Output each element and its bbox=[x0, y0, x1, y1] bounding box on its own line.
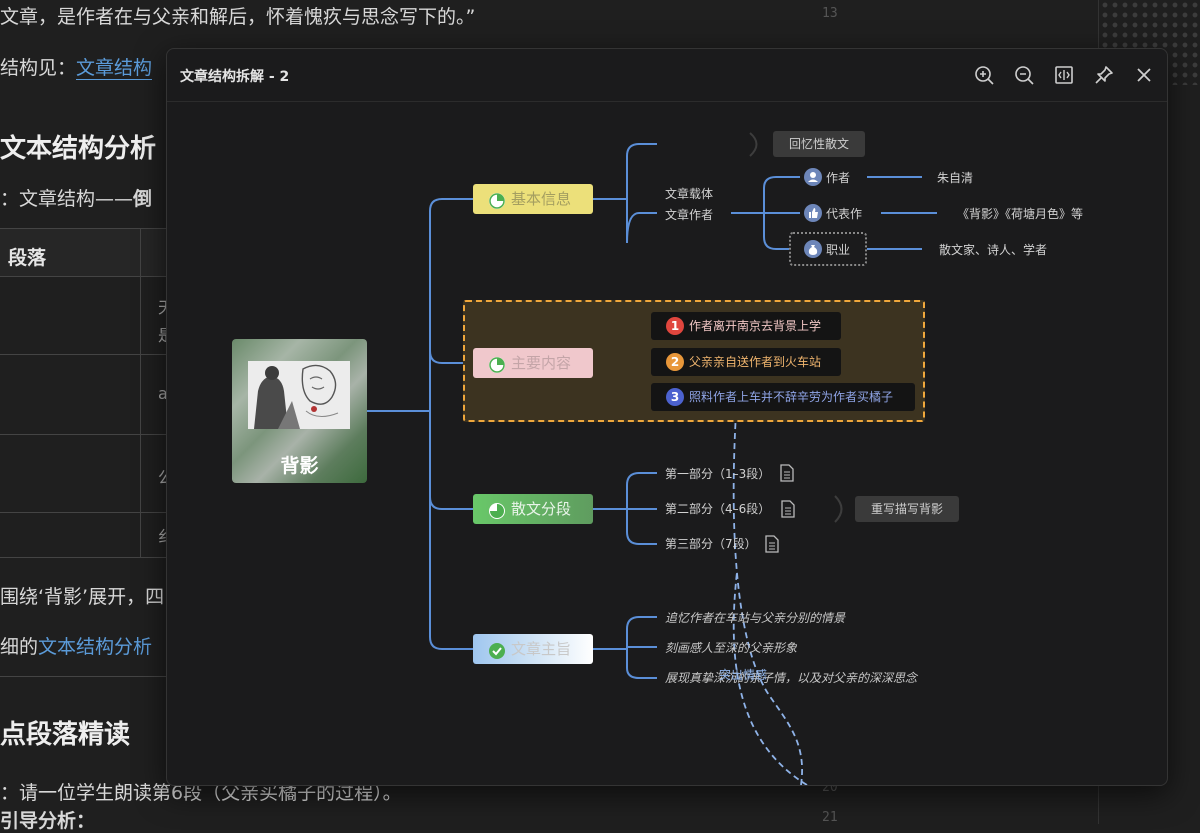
section-note[interactable]: 重写描写背影 bbox=[855, 496, 960, 522]
theme-item[interactable]: 刻画感人至深的父亲形象 bbox=[665, 639, 797, 656]
paragraph-table: 段落 bbox=[0, 228, 166, 558]
doc-text: 细的 bbox=[0, 636, 39, 658]
section-heading-reading: 点段落精读 bbox=[0, 720, 131, 750]
table-divider bbox=[140, 228, 141, 558]
user-icon bbox=[804, 168, 822, 186]
doc-line-1: 文章，是作者在与父亲和解后，怀着愧疚与思念写下的。” bbox=[0, 6, 476, 28]
mindmap-canvas[interactable]: 背影 基本信息 主要内容 散文分段 文章主旨 文章载体 回忆性散文 文章作者 作… bbox=[167, 102, 1167, 785]
branch-basic-info[interactable]: 基本信息 bbox=[473, 184, 593, 214]
relation-label[interactable]: 突出情感 bbox=[719, 666, 767, 683]
table-row bbox=[0, 512, 166, 558]
fit-screen-button[interactable] bbox=[1052, 63, 1076, 87]
close-button[interactable] bbox=[1132, 63, 1156, 87]
money-bag-icon bbox=[804, 240, 822, 258]
portrait-image bbox=[248, 361, 350, 429]
zoom-out-icon bbox=[1015, 66, 1034, 85]
step-number-badge: 2 bbox=[666, 353, 684, 371]
line-number: 21 bbox=[822, 810, 838, 825]
document-icon[interactable] bbox=[765, 535, 779, 553]
section-item[interactable]: 第二部分（4–6段） bbox=[665, 500, 770, 517]
branch-label: 基本信息 bbox=[511, 190, 572, 208]
content-step[interactable]: 2 父亲亲自送作者到火车站 bbox=[651, 348, 841, 376]
doc-line-2: 结构见：文章结构 bbox=[0, 53, 153, 80]
doc-line-detail: 细的文本结构分析 bbox=[0, 632, 152, 659]
doc-line-structure: ：文章结构——倒 bbox=[0, 184, 152, 211]
pin-icon bbox=[1095, 66, 1113, 84]
content-step[interactable]: 3 照料作者上车并不辞辛劳为作者买橘子 bbox=[651, 383, 915, 411]
close-icon bbox=[1137, 68, 1151, 82]
analysis-link[interactable]: 文本结构分析 bbox=[38, 636, 152, 658]
step-text: 父亲亲自送作者到火车站 bbox=[689, 355, 822, 369]
step-text: 作者离开南京去背景上学 bbox=[689, 319, 822, 333]
branch-label: 文章主旨 bbox=[511, 640, 572, 658]
table-row bbox=[0, 276, 166, 354]
branch-main-content[interactable]: 主要内容 bbox=[473, 348, 593, 378]
zoom-in-button[interactable] bbox=[972, 63, 996, 87]
doc-line-around: 围绕‘背影’展开，四 bbox=[0, 586, 165, 608]
root-node[interactable]: 背影 bbox=[232, 339, 367, 483]
pin-button[interactable] bbox=[1092, 63, 1116, 87]
section-item[interactable]: 第三部分（7段） bbox=[665, 535, 757, 552]
carrier-label[interactable]: 文章载体 bbox=[665, 185, 713, 202]
author-item-label[interactable]: 代表作 bbox=[826, 205, 862, 222]
theme-item[interactable]: 追忆作者在车站与父亲分别的情景 bbox=[665, 609, 845, 626]
root-label: 背影 bbox=[280, 455, 319, 477]
divider bbox=[0, 676, 166, 677]
progress-three-quarter-icon bbox=[488, 500, 506, 519]
progress-quarter-icon bbox=[488, 354, 506, 373]
author-item-value[interactable]: 《背影》《荷塘月色》等 bbox=[957, 205, 1083, 222]
step-number-badge: 1 bbox=[666, 317, 684, 335]
line-number: 13 bbox=[822, 6, 838, 21]
content-step[interactable]: 1 作者离开南京去背景上学 bbox=[651, 312, 841, 340]
branch-sections[interactable]: 散文分段 bbox=[473, 494, 593, 524]
step-number-badge: 3 bbox=[666, 388, 684, 406]
doc-text: ：文章结构—— bbox=[0, 188, 134, 210]
doc-line-guide: 引导分析： bbox=[0, 810, 96, 832]
document-icon[interactable] bbox=[780, 464, 794, 482]
step-text: 照料作者上车并不辞辛劳为作者买橘子 bbox=[689, 390, 894, 404]
zoom-out-button[interactable] bbox=[1012, 63, 1036, 87]
progress-quarter-icon bbox=[488, 190, 506, 209]
author-item-label[interactable]: 作者 bbox=[826, 169, 850, 186]
branch-theme[interactable]: 文章主旨 bbox=[473, 634, 593, 664]
author-item-value[interactable]: 散文家、诗人、学者 bbox=[939, 241, 1047, 258]
author-item-value[interactable]: 朱自清 bbox=[937, 169, 973, 186]
table-row bbox=[0, 354, 166, 434]
zoom-in-icon bbox=[975, 66, 994, 85]
sketch-illustration bbox=[248, 361, 350, 429]
carrier-value[interactable]: 回忆性散文 bbox=[773, 131, 866, 157]
branch-label: 散文分段 bbox=[511, 500, 572, 518]
theme-item[interactable]: 展现真挚深沉的亲子情，以及对父亲的深深思念 bbox=[665, 669, 917, 686]
modal-header: 文章结构拆解 - 2 bbox=[167, 49, 1167, 102]
doc-bold-text: 倒 bbox=[133, 188, 153, 210]
branch-label: 主要内容 bbox=[511, 354, 572, 372]
doc-text: 结构见： bbox=[0, 57, 77, 79]
fit-screen-icon bbox=[1055, 66, 1073, 84]
document-icon[interactable] bbox=[781, 500, 795, 518]
modal-title: 文章结构拆解 - 2 bbox=[180, 69, 290, 85]
structure-link[interactable]: 文章结构 bbox=[76, 57, 153, 80]
thumbs-up-icon bbox=[804, 204, 822, 222]
check-icon bbox=[488, 640, 506, 659]
section-item[interactable]: 第一部分（1–3段） bbox=[665, 465, 770, 482]
author-label[interactable]: 文章作者 bbox=[665, 206, 713, 223]
table-header: 段落 bbox=[0, 228, 166, 276]
author-item-label[interactable]: 职业 bbox=[826, 241, 850, 258]
table-row bbox=[0, 434, 166, 512]
mindmap-modal: 文章结构拆解 - 2 背影 基本信息 主要内容 散文分段 文章主旨 文章载体 回… bbox=[166, 48, 1168, 786]
section-heading-structure: 文本结构分析 bbox=[0, 134, 157, 164]
